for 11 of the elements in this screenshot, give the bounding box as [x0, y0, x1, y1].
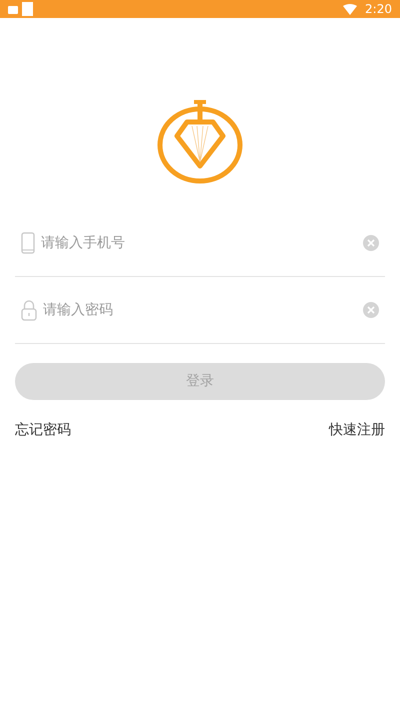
- quick-register-link[interactable]: 快速注册: [329, 420, 385, 441]
- lock-icon: [21, 299, 37, 321]
- document-icon: [22, 2, 33, 16]
- phone-icon: [21, 232, 35, 254]
- clear-icon[interactable]: [363, 235, 379, 251]
- text-field[interactable]: 请输入手机号: [41, 232, 357, 254]
- clear-icon[interactable]: [363, 302, 379, 318]
- status-time: 2:20: [365, 1, 392, 18]
- text-field[interactable]: 请输入密码: [43, 300, 357, 320]
- forgot-password-link[interactable]: 忘记密码: [15, 420, 71, 441]
- wifi-icon: [343, 4, 358, 14]
